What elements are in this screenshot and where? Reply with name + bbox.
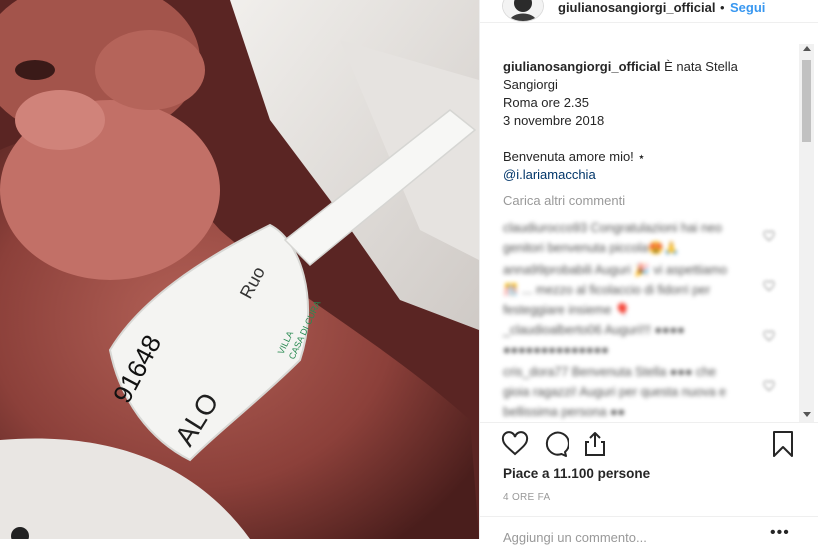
add-comment-input[interactable]: Aggiungi un commento... [503,530,647,545]
more-options-icon[interactable]: ••• [770,524,790,542]
action-bar [480,430,818,460]
comment-like-icon[interactable] [763,330,775,342]
divider [480,422,818,423]
bookmark-icon[interactable] [769,430,797,458]
comments-area[interactable]: giulianosangiorgi_official È nata Stella… [480,44,799,422]
post-username[interactable]: giulianosangiorgi_official [558,0,715,15]
load-more-comments[interactable]: Carica altri commenti [503,193,625,208]
comments-scrollbar[interactable] [799,44,814,422]
comment-item: claudiurocco93 Congratulazioni hai neo g… [503,221,722,255]
avatar[interactable] [502,0,544,22]
comment-bubble-icon[interactable] [541,430,569,458]
follow-button[interactable]: Segui [730,0,765,15]
caption-line4: Benvenuta amore mio! ⋆ [503,149,646,164]
post-header: giulianosangiorgi_official • Segui [480,0,818,23]
comment-like-icon[interactable] [763,280,775,292]
avatar-icon [503,0,543,21]
comment-like-icon[interactable] [763,230,775,242]
comment-item: _claudioalberto06 Auguri!!! ●●●● ●●●●●●●… [503,323,685,357]
caption-line2: Roma ore 2.35 [503,95,589,110]
separator-dot: • [720,0,725,15]
caption-mention[interactable]: @i.lariamacchia [503,167,596,182]
caption-username[interactable]: giulianosangiorgi_official [503,59,660,74]
scroll-down-arrow-icon[interactable] [803,412,811,417]
comment-item: cris_dora77 Benvenuta Stella ●●● che gio… [503,365,727,419]
comment-like-icon[interactable] [763,380,775,392]
newborn-wristband-photo: 91648 ALO Ruo CASA DI CURA VILLA [0,0,479,539]
share-icon[interactable] [581,430,609,458]
post-photo[interactable]: 91648 ALO Ruo CASA DI CURA VILLA [0,0,479,539]
scroll-up-arrow-icon[interactable] [803,46,811,51]
caption-line3: 3 novembre 2018 [503,113,605,128]
comment-item: anna99probabili Auguri 🎉 vi aspettiamo 🎊… [503,263,728,317]
caption: giulianosangiorgi_official È nata Stella… [503,58,793,184]
scrollbar-thumb[interactable] [802,60,811,142]
likes-count[interactable]: Piace a 11.100 persone [503,466,650,481]
post-timestamp[interactable]: 4 ORE FA [503,492,550,503]
divider [480,516,818,517]
like-heart-icon[interactable] [501,430,529,458]
post-side-panel: giulianosangiorgi_official • Segui giuli… [479,0,818,545]
